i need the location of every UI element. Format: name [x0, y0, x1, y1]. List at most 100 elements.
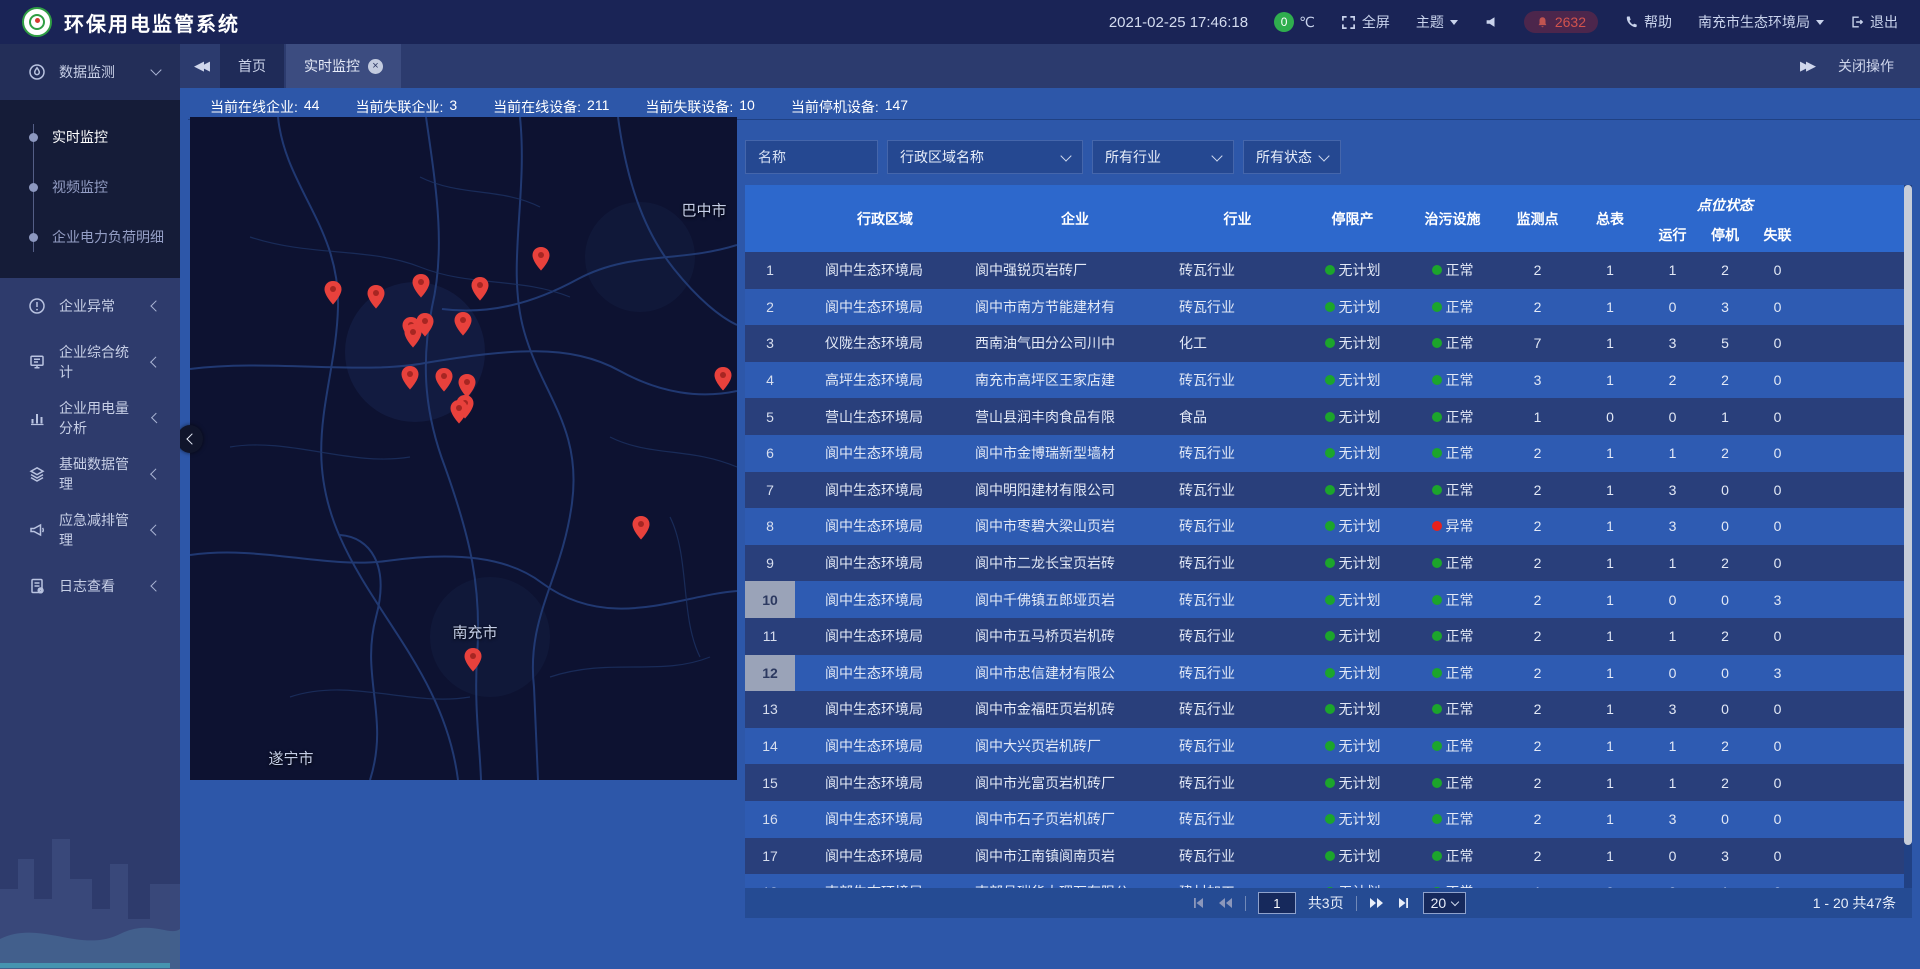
tab-实时监控[interactable]: 实时监控×: [286, 44, 401, 88]
cell-lost: 0: [1750, 435, 1805, 472]
table-row[interactable]: 12阆中生态环境局阆中市忠信建材有限公砖瓦行业无计划正常21003: [745, 655, 1904, 692]
name-filter-input[interactable]: [758, 149, 865, 165]
cell-company: 阆中市江南镇阆南页岩: [975, 838, 1175, 875]
cell-stop-status: 无计划: [1300, 618, 1405, 655]
table-row[interactable]: 14阆中生态环境局阆中大兴页岩机砖厂砖瓦行业无计划正常21120: [745, 728, 1904, 765]
map-pin-icon[interactable]: [324, 281, 342, 305]
cell-stopped: 2: [1700, 435, 1750, 472]
industry-filter-select[interactable]: 所有行业: [1092, 140, 1234, 174]
exit-button[interactable]: 退出: [1850, 12, 1898, 32]
region-filter-select[interactable]: 行政区域名称: [887, 140, 1083, 174]
table-row[interactable]: 18南部生态环境局南部县瑞华大理石有限公建材加工无计划正常10010: [745, 874, 1904, 888]
next-page-button[interactable]: [1369, 896, 1385, 910]
help-button[interactable]: 帮助: [1624, 12, 1672, 32]
org-dropdown[interactable]: 南充市生态环境局: [1698, 12, 1824, 32]
cell-run: 0: [1645, 289, 1700, 326]
map-pin-icon[interactable]: [714, 367, 732, 391]
map-pin-icon[interactable]: [454, 312, 472, 336]
sidebar-group-layers[interactable]: 基础数据管理: [0, 446, 180, 502]
cell-stop-status: 无计划: [1300, 728, 1405, 765]
table-row[interactable]: 15阆中生态环境局阆中市光富页岩机砖厂砖瓦行业无计划正常21120: [745, 764, 1904, 801]
stat-value: 211: [587, 97, 609, 117]
map-pin-icon[interactable]: [404, 324, 422, 348]
sidebar-item[interactable]: 实时监控: [0, 112, 180, 162]
row-number: 5: [745, 398, 795, 435]
sidebar-group-chart[interactable]: 企业用电量分析: [0, 390, 180, 446]
stat-item: 当前失联设备:10: [645, 97, 754, 117]
table-row[interactable]: 1阆中生态环境局阆中强锐页岩砖厂砖瓦行业无计划正常21120: [745, 252, 1904, 289]
stat-item: 当前在线企业:44: [210, 97, 319, 117]
row-number: 17: [745, 838, 795, 875]
table-row[interactable]: 5营山生态环境局营山县润丰肉食品有限食品无计划正常10010: [745, 398, 1904, 435]
main-content: 当前在线企业:44当前失联企业:3当前在线设备:211当前失联设备:10当前停机…: [180, 88, 1920, 969]
close-operations-button[interactable]: 关闭操作: [1838, 56, 1894, 76]
scrollbar-thumb[interactable]: [1904, 185, 1912, 845]
map-pin-icon[interactable]: [532, 247, 550, 271]
phone-icon: [1624, 15, 1638, 29]
cell-industry: 食品: [1175, 398, 1300, 435]
cell-run: 3: [1645, 801, 1700, 838]
close-icon[interactable]: ×: [368, 59, 383, 74]
map-canvas[interactable]: 巴中市南充市遂宁市: [190, 117, 737, 780]
sidebar-group-log[interactable]: 日志查看: [0, 558, 180, 614]
status-dot-icon: [1432, 265, 1442, 275]
mute-button[interactable]: [1484, 15, 1498, 29]
notification-badge[interactable]: 2632: [1524, 11, 1598, 33]
map-pin-icon[interactable]: [632, 516, 650, 540]
log-icon: [28, 577, 46, 595]
first-page-button[interactable]: [1191, 896, 1205, 910]
table-row[interactable]: 16阆中生态环境局阆中市石子页岩机砖厂砖瓦行业无计划正常21300: [745, 801, 1904, 838]
map-pin-icon[interactable]: [412, 274, 430, 298]
theme-dropdown[interactable]: 主题: [1416, 12, 1458, 32]
cell-run: 1: [1645, 618, 1700, 655]
table-row[interactable]: 17阆中生态环境局阆中市江南镇阆南页岩砖瓦行业无计划正常21030: [745, 838, 1904, 875]
table-row[interactable]: 13阆中生态环境局阆中市金福旺页岩机砖砖瓦行业无计划正常21300: [745, 691, 1904, 728]
sidebar-group-gauge[interactable]: 数据监测: [0, 44, 180, 100]
sidebar-item[interactable]: 企业电力负荷明细: [0, 212, 180, 262]
cell-region: 阆中生态环境局: [795, 252, 975, 289]
map-pin-icon[interactable]: [401, 366, 419, 390]
sidebar-group-alert[interactable]: 企业异常: [0, 278, 180, 334]
sidebar-group-horn[interactable]: 应急减排管理: [0, 502, 180, 558]
status-filter-select[interactable]: 所有状态: [1243, 140, 1341, 174]
cell-stop-status: 无计划: [1300, 472, 1405, 509]
cell-company: 阆中市金福旺页岩机砖: [975, 691, 1175, 728]
table-row[interactable]: 7阆中生态环境局阆中明阳建材有限公司砖瓦行业无计划正常21300: [745, 472, 1904, 509]
cell-facility-status: 正常: [1405, 581, 1500, 618]
map-pin-icon[interactable]: [464, 648, 482, 672]
table-row[interactable]: 9阆中生态环境局阆中市二龙长宝页岩砖砖瓦行业无计划正常21120: [745, 545, 1904, 582]
tab-首页[interactable]: 首页: [220, 44, 284, 88]
cell-company: 西南油气田分公司川中: [975, 325, 1175, 362]
map-pin-icon[interactable]: [435, 368, 453, 392]
cell-run: 3: [1645, 508, 1700, 545]
map-pin-icon[interactable]: [471, 277, 489, 301]
page-size-select[interactable]: 20: [1423, 892, 1467, 914]
sidebar-group-board[interactable]: 企业综合统计: [0, 334, 180, 390]
sidebar-item[interactable]: 视频监控: [0, 162, 180, 212]
map-pin-icon[interactable]: [450, 400, 468, 424]
cell-region: 营山生态环境局: [795, 398, 975, 435]
table-row[interactable]: 6阆中生态环境局阆中市金博瑞新型墙材砖瓦行业无计划正常21120: [745, 435, 1904, 472]
table-row[interactable]: 2阆中生态环境局阆中市南方节能建材有砖瓦行业无计划正常21030: [745, 289, 1904, 326]
page-number-input[interactable]: [1258, 892, 1296, 914]
table-row[interactable]: 10阆中生态环境局阆中千佛镇五郎垭页岩砖瓦行业无计划正常21003: [745, 581, 1904, 618]
table-row[interactable]: 3仪陇生态环境局西南油气田分公司川中化工无计划正常71350: [745, 325, 1904, 362]
cell-meter: 1: [1575, 508, 1645, 545]
last-page-button[interactable]: [1397, 896, 1411, 910]
table-row[interactable]: 8阆中生态环境局阆中市枣碧大梁山页岩砖瓦行业无计划异常21300: [745, 508, 1904, 545]
fullscreen-button[interactable]: 全屏: [1341, 12, 1390, 32]
status-dot-icon: [1325, 375, 1335, 385]
prev-page-button[interactable]: [1217, 896, 1233, 910]
table-row[interactable]: 4高坪生态环境局南充市高坪区王家店建砖瓦行业无计划正常31220: [745, 362, 1904, 399]
stat-label: 当前在线设备:: [493, 97, 581, 117]
map-collapse-button[interactable]: [177, 425, 203, 453]
cell-lost: 0: [1750, 728, 1805, 765]
map-pin-icon[interactable]: [367, 285, 385, 309]
tabs-scroll-right-button[interactable]: ▶▶: [1800, 58, 1812, 74]
tabs: 首页实时监控×: [220, 44, 403, 88]
table-row[interactable]: 11阆中生态环境局阆中市五马桥页岩机砖砖瓦行业无计划正常21120: [745, 618, 1904, 655]
tabs-scroll-left-button[interactable]: ◀◀: [180, 44, 220, 88]
cell-points: 2: [1500, 691, 1575, 728]
cell-meter: 0: [1575, 874, 1645, 888]
cell-region: 仪陇生态环境局: [795, 325, 975, 362]
